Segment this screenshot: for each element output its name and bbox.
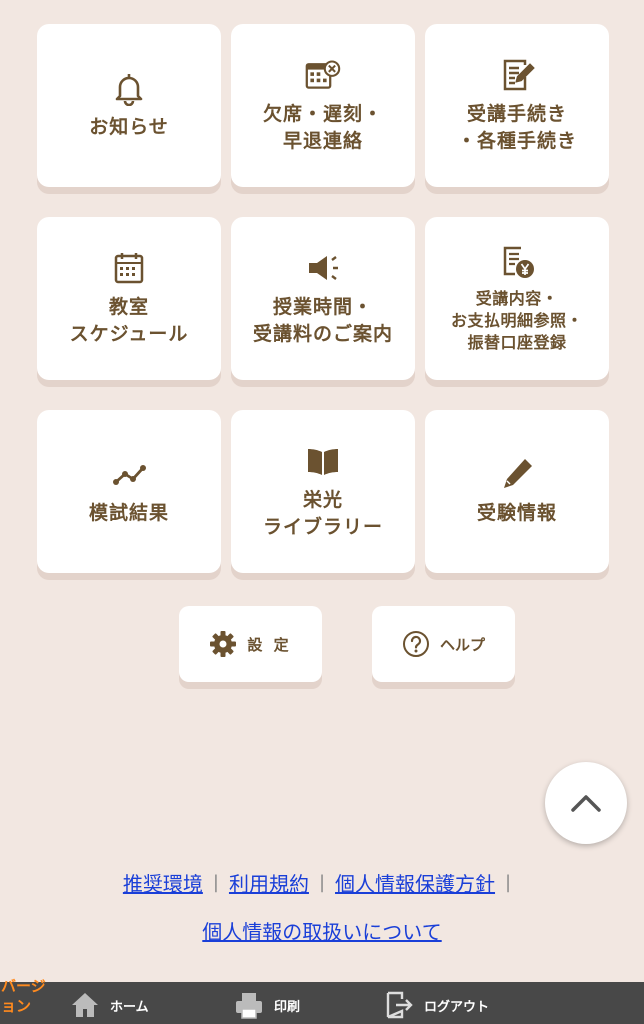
- scroll-to-top-button[interactable]: [545, 762, 627, 844]
- tile-payment[interactable]: 受講内容・ お支払明細参照・ 振替口座登録: [425, 217, 609, 380]
- help-label: ヘルプ: [439, 635, 485, 654]
- tile-oshirase[interactable]: お知らせ: [37, 24, 221, 187]
- tile-label: 模試結果: [88, 502, 169, 524]
- bell-icon: [111, 70, 147, 106]
- privacy-policy-link[interactable]: 個人情報保護方針: [335, 868, 495, 897]
- help-button[interactable]: ヘルプ: [372, 606, 515, 682]
- tile-label: 教室 スケジュール: [69, 295, 189, 345]
- logout-button[interactable]: ログアウト: [384, 990, 489, 1020]
- tile-label: 授業時間・ 受講料のご案内: [252, 295, 393, 345]
- logout-icon: [386, 991, 413, 1019]
- tile-library[interactable]: 栄光 ライブラリー: [231, 410, 415, 573]
- tile-absence[interactable]: 欠席・遅刻・ 早退連絡: [231, 24, 415, 187]
- version-label: バージョン: [1, 977, 46, 1015]
- document-edit-icon: [499, 57, 535, 93]
- sub-buttons: 設 定 ヘルプ: [179, 606, 515, 682]
- book-icon: [305, 443, 341, 479]
- tile-exam-info[interactable]: 受験情報: [425, 410, 609, 573]
- settings-button[interactable]: 設 定: [179, 606, 322, 682]
- print-label: 印刷: [274, 999, 301, 1015]
- logout-label: ログアウト: [424, 999, 490, 1015]
- line-chart-icon: [111, 456, 147, 492]
- tile-schedule[interactable]: 教室 スケジュール: [37, 217, 221, 380]
- calendar-icon: [111, 250, 147, 286]
- footer-links-2: 個人情報の取扱いについて: [0, 916, 644, 945]
- tile-mock-exam[interactable]: 模試結果: [37, 410, 221, 573]
- pencil-icon: [499, 456, 535, 492]
- bottom-toolbar: バージョン ホーム 印刷 ログアウト: [0, 977, 644, 1024]
- tile-procedures[interactable]: 受講手続き ・各種手続き: [425, 24, 609, 187]
- privacy-handling-link[interactable]: 個人情報の取扱いについて: [202, 920, 441, 944]
- gear-icon: [209, 630, 237, 658]
- link-separator: |: [318, 872, 326, 893]
- tile-label: お知らせ: [89, 116, 169, 138]
- link-separator: |: [505, 872, 512, 893]
- receipt-yen-icon: [499, 244, 535, 280]
- print-button[interactable]: 印刷: [234, 990, 300, 1020]
- printer-icon: [236, 993, 262, 1019]
- home-icon: [72, 993, 98, 1017]
- megaphone-icon: [305, 250, 341, 286]
- calendar-cancel-icon: [305, 57, 341, 93]
- home-label: ホーム: [110, 999, 149, 1015]
- footer-links: 推奨環境 | 利用規約 | 個人情報保護方針 |: [0, 868, 644, 897]
- tile-label: 欠席・遅刻・ 早退連絡: [262, 102, 383, 152]
- home-button[interactable]: ホーム: [70, 990, 149, 1020]
- chevron-up-icon: [571, 795, 601, 812]
- tile-label: 受講内容・ お支払明細参照・ 振替口座登録: [450, 288, 583, 352]
- tile-label: 栄光 ライブラリー: [262, 488, 383, 538]
- tile-class-time[interactable]: 授業時間・ 受講料のご案内: [231, 217, 415, 380]
- tile-label: 受講手続き ・各種手続き: [456, 102, 577, 152]
- question-circle-icon: [402, 630, 430, 658]
- terms-link[interactable]: 利用規約: [229, 868, 309, 897]
- menu-grid: お知らせ 欠席・遅刻・ 早退連絡 受講手続き ・各種手続き 教室 スケジュール …: [37, 24, 609, 573]
- link-separator: |: [212, 872, 219, 893]
- recommended-env-link[interactable]: 推奨環境: [123, 868, 203, 897]
- tile-label: 受験情報: [476, 502, 557, 524]
- settings-label: 設 定: [247, 635, 292, 654]
